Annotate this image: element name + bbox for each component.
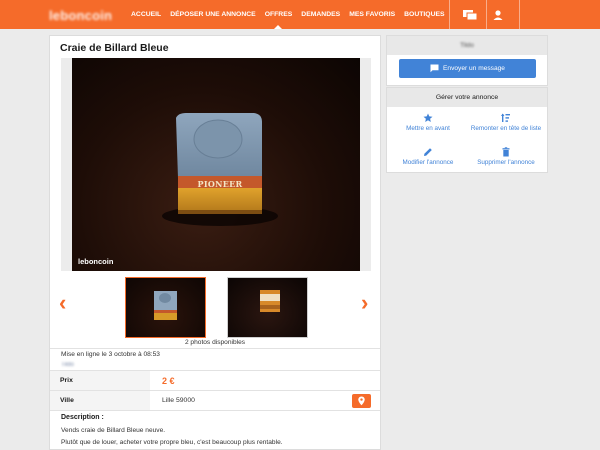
next-photo-arrow[interactable]: › — [361, 292, 368, 314]
photo-thumbnail[interactable] — [125, 277, 206, 338]
nav-item-boutiques[interactable]: BOUTIQUES — [404, 0, 444, 29]
description-line: Plutôt que de louer, acheter votre propr… — [61, 439, 283, 446]
manage-ad-box: Gérer votre annonce Mettre en avant Remo… — [386, 87, 548, 173]
site-logo[interactable]: leboncoin — [49, 8, 112, 23]
chat-icon — [430, 64, 439, 73]
nav-item-mes-favoris[interactable]: MES FAVORIS — [349, 0, 395, 29]
description-line: Vends craie de Billard Bleue neuve. — [61, 427, 166, 434]
price-label: Prix — [50, 371, 150, 390]
header-divider — [449, 0, 450, 29]
divider — [50, 410, 380, 411]
city-label: Ville — [50, 391, 150, 410]
nav-item-accueil[interactable]: ACCUEIL — [131, 0, 161, 29]
chalk-brand-label: PIONEER — [197, 179, 243, 189]
header-divider — [486, 0, 487, 29]
nav-item-deposer-annonce[interactable]: DÉPOSER UNE ANNONCE — [170, 0, 255, 29]
promote-ad-action[interactable]: Mettre en avant — [389, 113, 467, 133]
publish-date: Mise en ligne le 3 octobre à 08:53 — [61, 351, 160, 358]
map-pin-icon — [358, 396, 365, 406]
chalk-photo: PIONEER leboncoin — [72, 58, 360, 271]
send-message-label: Envoyer un message — [443, 65, 505, 72]
star-icon — [423, 113, 433, 122]
main-photo[interactable]: PIONEER leboncoin — [61, 58, 371, 271]
edit-ad-label: Modifier l'annonce — [402, 159, 454, 166]
prev-photo-arrow[interactable]: ‹ — [59, 292, 66, 314]
price-value: 2 € — [162, 376, 175, 386]
delete-ad-action[interactable]: Supprimer l'annonce — [467, 147, 545, 167]
user-icon[interactable] — [490, 7, 506, 23]
photo-watermark: leboncoin — [78, 257, 114, 266]
delete-ad-label: Supprimer l'annonce — [477, 159, 535, 166]
ad-title: Craie de Billard Bleue — [60, 42, 169, 54]
edit-ad-action[interactable]: Modifier l'annonce — [389, 147, 467, 167]
bump-ad-action[interactable]: Remonter en tête de liste — [467, 113, 545, 133]
send-message-button[interactable]: Envoyer un message — [399, 59, 536, 78]
nav-item-offres[interactable]: OFFRES — [265, 0, 292, 29]
seller-box: Tildo Envoyer un message — [386, 35, 548, 86]
divider — [50, 348, 380, 349]
trash-icon — [502, 147, 510, 157]
manage-ad-title: Gérer votre annonce — [387, 88, 547, 107]
top-header: leboncoin ACCUEIL DÉPOSER UNE ANNONCE OF… — [0, 0, 600, 29]
seller-name-link[interactable]: Tildo — [61, 362, 74, 368]
city-value: Lille 59000 — [162, 397, 195, 404]
sort-icon — [501, 113, 510, 122]
seller-header: Tildo — [387, 36, 547, 55]
bump-ad-label: Remonter en tête de liste — [470, 125, 542, 132]
header-divider — [519, 0, 520, 29]
pencil-icon — [424, 148, 432, 156]
seller-name[interactable]: Tildo — [387, 42, 547, 49]
photos-count: 2 photos disponibles — [184, 339, 246, 346]
promote-ad-label: Mettre en avant — [406, 125, 450, 132]
ad-panel: Craie de Billard Bleue PIONEER leboncoin… — [49, 35, 381, 450]
nav-item-demandes[interactable]: DEMANDES — [301, 0, 340, 29]
map-pin-button[interactable] — [352, 394, 371, 408]
main-nav: ACCUEIL DÉPOSER UNE ANNONCE OFFRES DEMAN… — [131, 0, 454, 29]
messages-icon[interactable] — [462, 7, 478, 23]
photo-thumbnail[interactable] — [227, 277, 308, 338]
description-title: Description : — [61, 414, 104, 421]
